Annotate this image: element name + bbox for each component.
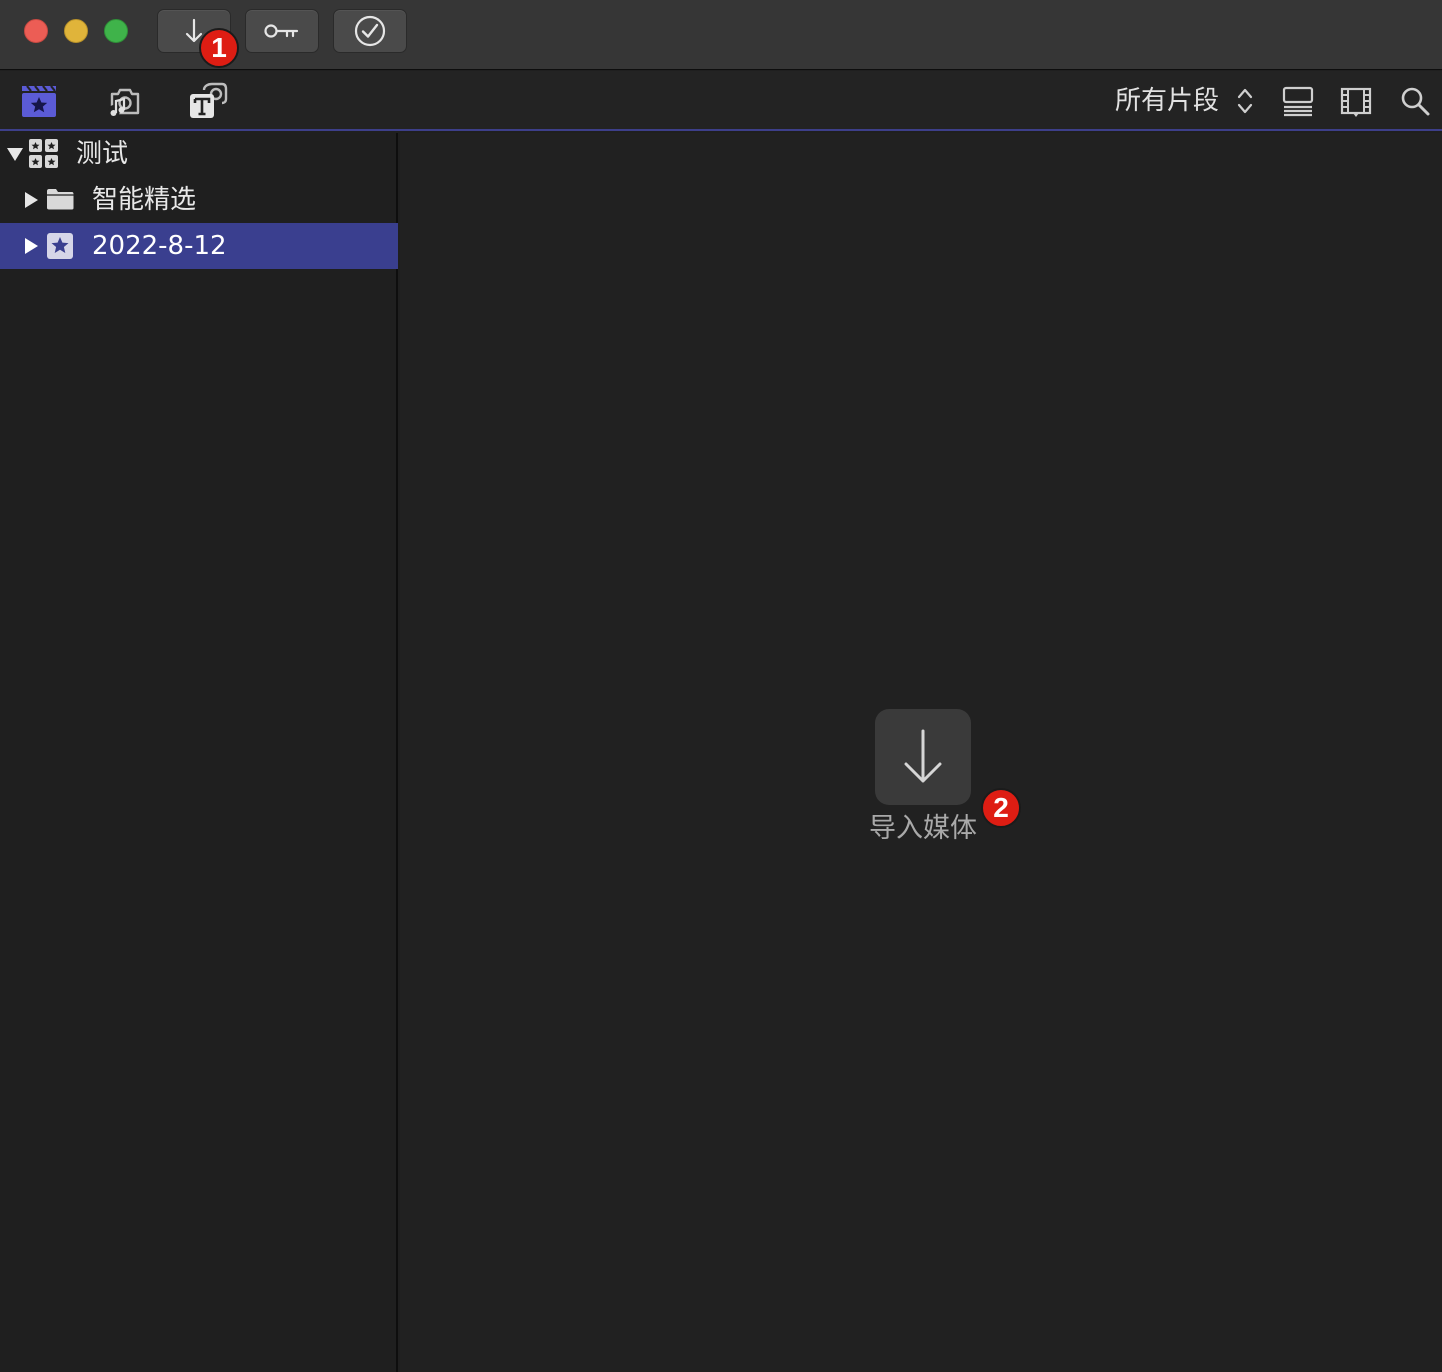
search-icon[interactable] — [1396, 81, 1436, 121]
window-titlebar: 1 — [0, 0, 1442, 70]
disclosure-triangle-right-icon[interactable] — [23, 237, 39, 255]
sidebar-item-event[interactable]: 2022-8-12 — [0, 223, 398, 269]
list-view-icon[interactable] — [1278, 81, 1318, 121]
libraries-tab-icon[interactable] — [19, 81, 59, 121]
minimize-window-button[interactable] — [64, 19, 88, 43]
background-tasks-toolbar-button[interactable] — [333, 9, 407, 53]
folder-icon — [47, 189, 74, 210]
library-icon — [29, 139, 58, 168]
sidebar-item-library[interactable]: 测试 — [0, 131, 398, 177]
libraries-sidebar: 测试 智能精选 2022-8-12 — [0, 133, 398, 1372]
chevron-up-down-icon[interactable] — [1236, 85, 1254, 117]
clip-filter-popup[interactable]: 所有片段 — [1115, 83, 1219, 119]
keywords-toolbar-button[interactable] — [245, 9, 319, 53]
arrow-down-icon — [904, 729, 942, 783]
checkmark-circle-icon — [354, 15, 386, 47]
sidebar-item-label: 2022-8-12 — [92, 231, 227, 261]
zoom-window-button[interactable] — [104, 19, 128, 43]
event-star-icon — [47, 233, 73, 259]
sidebar-item-smart-collections[interactable]: 智能精选 — [0, 177, 398, 223]
library-label: 测试 — [76, 139, 129, 169]
titles-and-generators-tab-icon[interactable] — [188, 81, 228, 121]
media-browser: 导入媒体 2 — [400, 133, 1442, 1372]
annotation-badge-1: 1 — [199, 28, 239, 68]
close-window-button[interactable] — [24, 19, 48, 43]
key-icon — [264, 24, 299, 38]
import-media-button[interactable] — [875, 709, 971, 805]
photos-and-audio-tab-icon[interactable] — [104, 81, 144, 121]
sidebar-item-label: 智能精选 — [92, 185, 197, 215]
annotation-badge-2: 2 — [981, 788, 1021, 828]
disclosure-triangle-down-icon[interactable] — [6, 146, 24, 162]
filmstrip-appearance-icon[interactable] — [1336, 81, 1376, 121]
disclosure-triangle-right-icon[interactable] — [23, 191, 39, 209]
browser-toolbar: 所有片段 — [0, 71, 1442, 131]
